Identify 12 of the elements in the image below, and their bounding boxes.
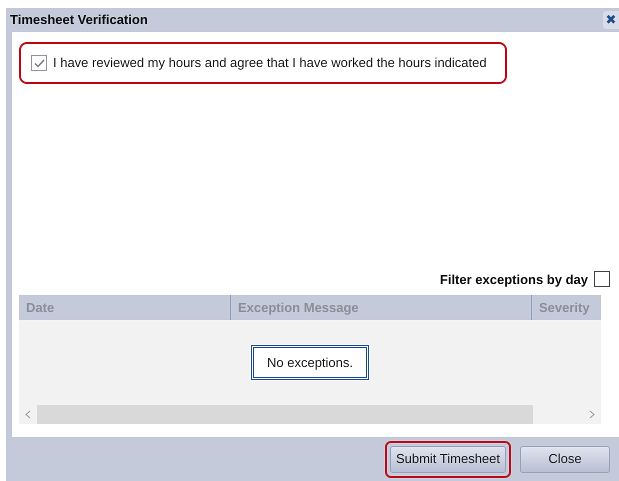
scroll-right-icon[interactable] — [589, 410, 595, 419]
agreement-label: I have reviewed my hours and agree that I have worked the hours indicated — [53, 54, 487, 72]
dialog-button[interactable]: Submit Timesheet — [390, 446, 506, 472]
checkbox[interactable] — [594, 271, 610, 288]
scroll-left-icon[interactable] — [25, 410, 31, 419]
window-title: Timesheet Verification — [10, 11, 148, 30]
dialog-button[interactable]: Close — [520, 446, 610, 472]
checkbox[interactable] — [31, 55, 47, 71]
empty-message: No exceptions. — [251, 344, 369, 380]
close-button[interactable]: ✖ — [603, 11, 619, 29]
checkmark-icon — [34, 58, 44, 68]
filter-label: Filter exceptions by day — [440, 270, 588, 289]
